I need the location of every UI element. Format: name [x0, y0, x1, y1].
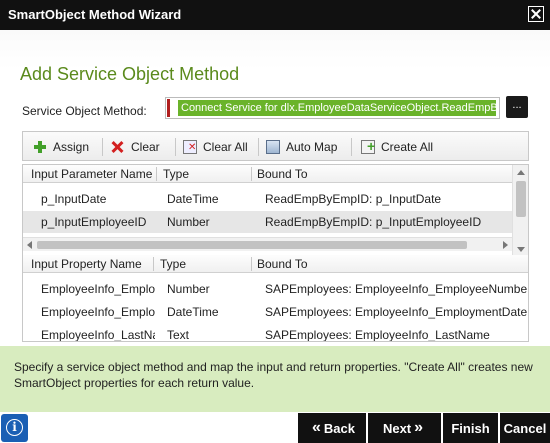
- clear-label: Clear: [131, 140, 160, 154]
- browse-button[interactable]: ...: [506, 96, 528, 118]
- mapping-toolbar: Assign Clear Clear All Auto Map Create A…: [22, 131, 529, 161]
- info-message-bar: Specify a service object method and map …: [0, 346, 550, 412]
- back-label: Back: [323, 420, 355, 436]
- close-icon[interactable]: [528, 6, 544, 22]
- toolbar-divider: [351, 138, 352, 156]
- scroll-thumb[interactable]: [37, 241, 467, 249]
- input-properties-header: Input Property Name Type Bound To: [23, 255, 528, 273]
- page-title: Add Service Object Method: [20, 64, 240, 84]
- clear-all-button[interactable]: Clear All: [183, 138, 248, 156]
- property-type: DateTime: [167, 305, 219, 319]
- property-bound-to: SAPEmployees: EmployeeInfo_EmployeeNumbe…: [265, 282, 527, 296]
- auto-map-label: Auto Map: [286, 140, 338, 154]
- create-all-button[interactable]: Create All: [361, 138, 433, 156]
- table-row[interactable]: EmployeeInfo_EmploymentDate DateTime SAP…: [23, 301, 528, 323]
- next-button[interactable]: Next »: [368, 413, 441, 443]
- wizard-footer: i « Back Next » Finish Cancel: [0, 413, 550, 443]
- property-name: EmployeeInfo_LastName: [41, 328, 155, 342]
- column-divider[interactable]: [251, 257, 252, 271]
- plus-icon: [33, 140, 47, 154]
- service-object-method-label: Service Object Method:: [22, 104, 147, 118]
- cancel-button[interactable]: Cancel: [500, 413, 550, 443]
- scroll-right-icon[interactable]: [503, 241, 508, 249]
- scroll-thumb[interactable]: [516, 181, 526, 217]
- next-label: Next: [382, 420, 412, 436]
- toolbar-divider: [175, 138, 176, 156]
- mapping-grid: Input Parameter Name Type Bound To p_Inp…: [22, 164, 529, 342]
- service-object-method-value[interactable]: Connect Service for dlx.EmployeeDataServ…: [178, 100, 496, 116]
- property-name: EmployeeInfo_EmployeeNumber: [41, 282, 155, 296]
- assign-label: Assign: [53, 140, 90, 154]
- create-all-icon: [361, 138, 375, 154]
- vertical-scrollbar[interactable]: [512, 165, 528, 257]
- parameter-name: p_InputDate: [41, 192, 107, 206]
- table-row[interactable]: EmployeeInfo_LastName Text SAPEmployees:…: [23, 324, 528, 342]
- window-title: SmartObject Method Wizard: [8, 7, 182, 22]
- auto-map-icon: [266, 140, 280, 154]
- x-icon: [111, 140, 125, 154]
- column-header[interactable]: Type: [160, 257, 186, 271]
- table-row[interactable]: p_InputEmployeeID Number ReadEmpByEmpID:…: [23, 211, 512, 233]
- title-bar: SmartObject Method Wizard: [0, 0, 550, 30]
- column-divider[interactable]: [156, 167, 157, 181]
- parameter-bound-to: ReadEmpByEmpID: p_InputDate: [265, 192, 442, 206]
- double-chevron-left-icon: «: [312, 419, 321, 436]
- horizontal-scrollbar[interactable]: [23, 237, 512, 251]
- create-all-label: Create All: [381, 140, 434, 154]
- scroll-left-icon[interactable]: [27, 241, 32, 249]
- column-divider[interactable]: [251, 167, 252, 181]
- scroll-down-icon[interactable]: [517, 247, 525, 252]
- column-header[interactable]: Input Property Name: [31, 257, 142, 271]
- required-marker: [167, 99, 170, 117]
- property-type: Text: [167, 328, 190, 342]
- column-header[interactable]: Type: [163, 167, 189, 181]
- info-icon: i: [6, 419, 23, 436]
- toolbar-divider: [258, 138, 259, 156]
- property-bound-to: SAPEmployees: EmployeeInfo_EmploymentDat…: [265, 305, 527, 319]
- parameter-type: Number: [167, 215, 210, 229]
- double-chevron-right-icon: »: [414, 419, 424, 436]
- property-name: EmployeeInfo_EmploymentDate: [41, 305, 155, 319]
- property-bound-to: SAPEmployees: EmployeeInfo_LastName: [265, 328, 490, 342]
- column-header[interactable]: Bound To: [257, 257, 308, 271]
- table-row[interactable]: EmployeeInfo_EmployeeNumber Number SAPEm…: [23, 278, 528, 300]
- parameter-bound-to: ReadEmpByEmpID: p_InputEmployeeID: [265, 215, 482, 229]
- info-message: Specify a service object method and map …: [14, 360, 533, 390]
- finish-button[interactable]: Finish: [443, 413, 498, 443]
- toolbar-divider: [102, 138, 103, 156]
- parameter-type: DateTime: [167, 192, 219, 206]
- back-button[interactable]: « Back: [298, 413, 366, 443]
- info-button[interactable]: i: [1, 414, 28, 442]
- clear-all-icon: [183, 140, 197, 154]
- parameter-name: p_InputEmployeeID: [41, 215, 147, 229]
- table-row[interactable]: p_InputDate DateTime ReadEmpByEmpID: p_I…: [23, 188, 512, 210]
- column-header[interactable]: Bound To: [257, 167, 308, 181]
- column-divider[interactable]: [153, 257, 154, 271]
- clear-button[interactable]: Clear: [111, 138, 160, 156]
- input-parameters-header: Input Parameter Name Type Bound To: [23, 165, 512, 183]
- scroll-up-icon[interactable]: [517, 170, 525, 175]
- auto-map-button[interactable]: Auto Map: [266, 138, 337, 156]
- clear-all-label: Clear All: [203, 140, 248, 154]
- column-header[interactable]: Input Parameter Name: [31, 167, 152, 181]
- property-type: Number: [167, 282, 210, 296]
- assign-button[interactable]: Assign: [33, 138, 89, 156]
- service-object-method-field[interactable]: Connect Service for dlx.EmployeeDataServ…: [165, 97, 500, 119]
